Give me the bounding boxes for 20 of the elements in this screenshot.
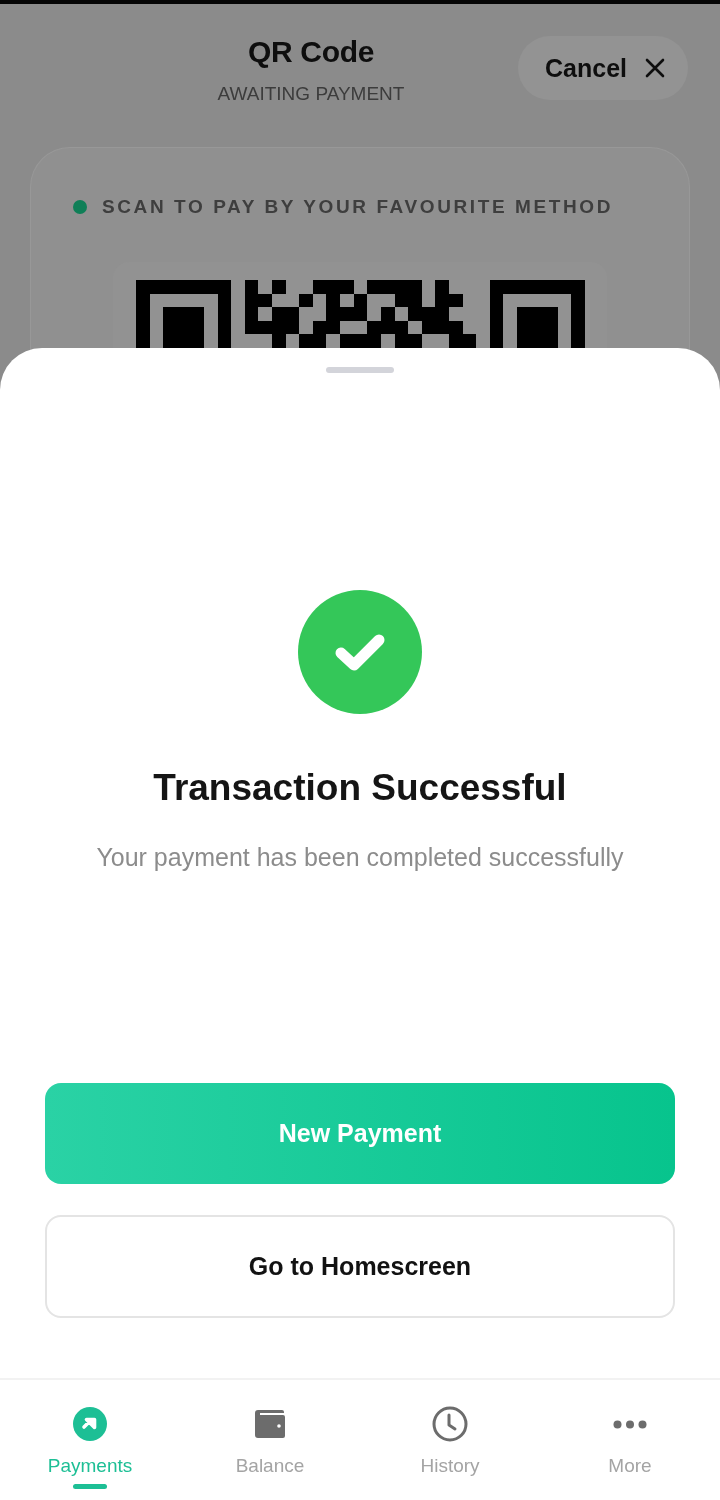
nav-tab[interactable]: More [568, 1380, 692, 1500]
homescreen-button[interactable]: Go to Homescreen [45, 1215, 675, 1318]
clock-icon [432, 1406, 468, 1442]
arrow-circle-icon [72, 1406, 108, 1442]
nav-tab[interactable]: Payments [28, 1380, 152, 1500]
success-message: Your payment has been completed successfully [96, 842, 624, 872]
drag-handle[interactable] [326, 367, 394, 373]
more-icon [613, 1419, 647, 1429]
new-payment-button[interactable]: New Payment [45, 1083, 675, 1184]
nav-tab[interactable]: History [388, 1380, 512, 1500]
check-circle-icon [298, 590, 422, 714]
status-dot-icon [73, 200, 87, 214]
page-subtitle: AWAITING PAYMENT [217, 82, 405, 106]
page-title: QR Code [247, 34, 375, 70]
scan-instruction: SCAN TO PAY BY YOUR FAVOURITE METHOD [102, 195, 613, 219]
nav-tab[interactable]: Balance [208, 1380, 332, 1500]
cancel-button[interactable]: Cancel [518, 36, 688, 100]
tab-indicator [73, 1484, 107, 1489]
close-icon [645, 58, 665, 78]
success-title: Transaction Successful [153, 766, 567, 810]
